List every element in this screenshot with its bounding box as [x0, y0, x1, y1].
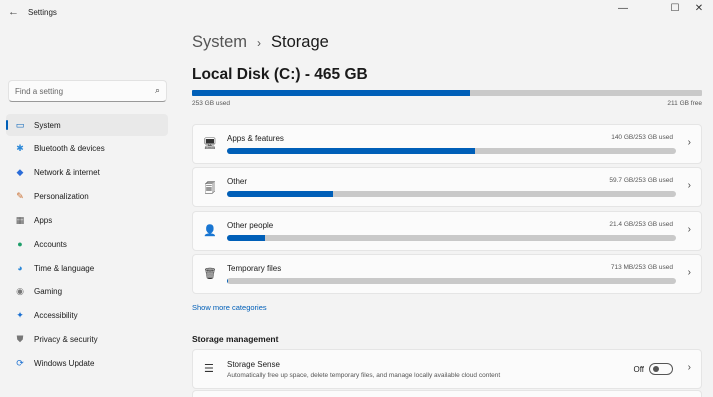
storage-sense-title: Storage Sense — [227, 360, 280, 369]
category-size: 140 GB/253 GB used — [611, 134, 673, 141]
disk-usage-bar — [192, 90, 702, 96]
next-setting-card[interactable] — [192, 390, 702, 397]
category-usage-bar — [227, 278, 676, 284]
sidebar-icon: ✱ — [16, 143, 24, 154]
category-usage-fill — [227, 278, 229, 284]
storage-sense-toggle[interactable] — [649, 363, 673, 375]
category-size: 21.4 GB/253 GB used — [609, 221, 673, 228]
sidebar-item-label: Accessibility — [34, 311, 78, 321]
sidebar-item-accessibility[interactable]: ✦ Accessibility — [6, 305, 168, 327]
toggle-knob — [653, 366, 659, 372]
close-icon[interactable]: ✕ — [688, 3, 710, 14]
sidebar-icon: ▦ — [15, 214, 25, 225]
storage-sense-description: Automatically free up space, delete temp… — [227, 372, 501, 379]
disk-title: Local Disk (C:) - 465 GB — [192, 66, 368, 83]
maximize-icon[interactable]: ☐ — [664, 3, 686, 14]
chevron-right-icon[interactable]: › — [688, 267, 691, 278]
category-usage-bar — [227, 191, 676, 197]
sidebar-item-label: Apps — [34, 215, 53, 225]
category-size: 713 MB/253 GB used — [610, 264, 673, 271]
storage-sense-icon: ☰ — [204, 363, 214, 375]
sidebar-item-privacy-security[interactable]: ⛊ Privacy & security — [6, 329, 168, 351]
page-title: Storage — [271, 33, 329, 51]
sidebar-item-gaming[interactable]: ◉ Gaming — [6, 281, 168, 303]
category-card-apps-features[interactable]: 🖥 Apps & features 140 GB/253 GB used › — [192, 124, 702, 164]
sidebar-item-label: Privacy & security — [34, 335, 98, 345]
category-usage-bar — [227, 148, 676, 154]
app-title: Settings — [28, 8, 57, 17]
back-arrow-icon[interactable]: ← — [8, 6, 19, 18]
sidebar-item-apps[interactable]: ▦ Apps — [6, 209, 168, 231]
category-label: Other — [227, 177, 248, 186]
breadcrumb: System › Storage — [192, 33, 329, 52]
sidebar-item-label: Network & internet — [34, 168, 100, 178]
sidebar-icon: ● — [17, 239, 23, 250]
chevron-right-icon[interactable]: › — [688, 224, 691, 235]
sidebar-item-accounts[interactable]: ● Accounts — [6, 233, 168, 255]
sidebar-item-personalization[interactable]: ✎ Personalization — [6, 186, 168, 208]
sidebar-icon: ▭ — [15, 119, 25, 130]
sidebar-icon: ⛊ — [16, 334, 24, 345]
sidebar-item-label: Gaming — [34, 287, 63, 297]
search-input[interactable] — [15, 85, 145, 98]
category-icon: 🖥 — [203, 138, 217, 150]
storage-sense-card[interactable]: ☰ Storage Sense Automatically free up sp… — [192, 349, 702, 389]
category-card-other[interactable]: 🗐 Other 59.7 GB/253 GB used › — [192, 167, 702, 207]
category-usage-fill — [227, 235, 266, 241]
sidebar-icon: ◆ — [16, 167, 24, 178]
nav-list: ▭ System ✱ Bluetooth & devices ◆ Network & in… — [6, 114, 168, 376]
breadcrumb-parent[interactable]: System — [192, 33, 247, 52]
category-size: 59.7 GB/253 GB used — [609, 177, 673, 184]
sidebar-item-network-internet[interactable]: ◆ Network & internet — [6, 162, 168, 184]
sidebar-item-label: Windows Update — [34, 358, 95, 368]
search-icon[interactable]: ⌕ — [155, 85, 160, 96]
sidebar-icon: ◉ — [16, 286, 24, 297]
category-icon: 🗐 — [204, 183, 216, 195]
chevron-right-icon[interactable]: › — [688, 362, 691, 373]
sidebar-item-label: Accounts — [34, 239, 67, 249]
disk-usage-fill — [192, 90, 470, 96]
sidebar-icon: ✦ — [16, 310, 24, 321]
sidebar-item-system[interactable]: ▭ System — [6, 114, 168, 136]
minimize-icon[interactable]: — — [612, 3, 634, 14]
category-usage-fill — [227, 148, 476, 154]
category-usage-fill — [227, 191, 333, 197]
sidebar-icon: ⟳ — [16, 357, 24, 368]
category-label: Apps & features — [227, 134, 284, 143]
category-icon: 👤 — [203, 225, 217, 237]
chevron-right-icon[interactable]: › — [688, 180, 691, 191]
category-usage-bar — [227, 235, 676, 241]
category-label: Temporary files — [227, 264, 282, 273]
disk-used-label: 253 GB used — [192, 100, 230, 107]
sidebar-item-label: Bluetooth & devices — [34, 144, 105, 154]
sidebar-item-bluetooth-devices[interactable]: ✱ Bluetooth & devices — [6, 138, 168, 160]
category-card-other-people[interactable]: 👤 Other people 21.4 GB/253 GB used › — [192, 211, 702, 251]
chevron-right-icon[interactable]: › — [688, 137, 691, 148]
show-more-categories-link[interactable]: Show more categories — [192, 303, 267, 312]
title-bar: ← Settings — ☐ ✕ — [0, 0, 713, 26]
sidebar-item-windows-update[interactable]: ⟳ Windows Update — [6, 352, 168, 374]
sidebar-item-label: Time & language — [34, 263, 95, 273]
sidebar-icon: ✎ — [16, 191, 24, 202]
disk-free-label: 211 GB free — [667, 100, 702, 107]
sidebar-item-label: System — [34, 120, 61, 130]
chevron-right-icon: › — [257, 35, 262, 50]
storage-management-heading: Storage management — [192, 334, 279, 344]
category-card-temporary-files[interactable]: 🗑 Temporary files 713 MB/253 GB used › — [192, 254, 702, 294]
sidebar-icon: ◕ — [17, 263, 23, 274]
storage-sense-toggle-label: Off — [633, 365, 644, 374]
sidebar-item-time-language[interactable]: ◕ Time & language — [6, 257, 168, 279]
category-label: Other people — [227, 221, 274, 230]
sidebar-item-label: Personalization — [34, 192, 89, 202]
search-box[interactable]: ⌕ — [8, 80, 167, 102]
category-icon: 🗑 — [203, 268, 217, 280]
